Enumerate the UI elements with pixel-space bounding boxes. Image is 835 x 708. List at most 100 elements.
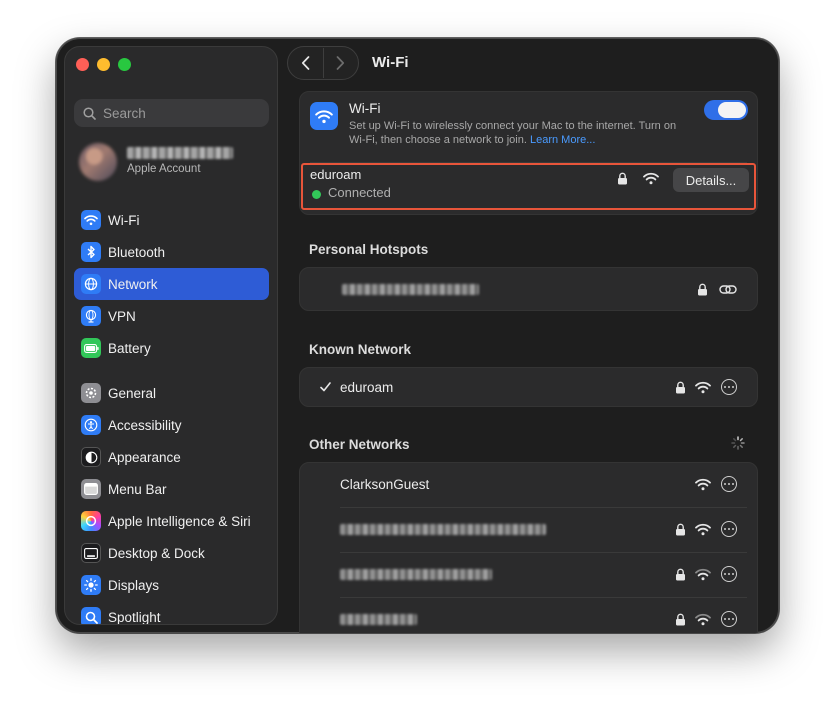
other-networks-card: ClarksonGuest bbox=[299, 462, 758, 633]
sidebar-item-label: VPN bbox=[108, 308, 136, 324]
sidebar-item-vpn[interactable]: VPN bbox=[74, 300, 269, 332]
search-input[interactable]: Search bbox=[74, 99, 269, 127]
other-networks-title: Other Networks bbox=[309, 437, 410, 452]
sidebar-item-label: Network bbox=[108, 276, 158, 292]
back-button[interactable] bbox=[288, 47, 323, 79]
sidebar-item-bluetooth[interactable]: Bluetooth bbox=[74, 236, 269, 268]
wifi-toggle[interactable] bbox=[704, 100, 748, 120]
appearance-icon bbox=[81, 447, 101, 467]
known-network-card[interactable]: eduroam bbox=[299, 367, 758, 407]
sidebar-item-appearance[interactable]: Appearance bbox=[74, 441, 269, 473]
network-name: ClarksonGuest bbox=[340, 477, 430, 492]
sidebar-item-label: Apple Intelligence & Siri bbox=[108, 513, 251, 529]
wifi-signal-icon bbox=[643, 172, 659, 185]
lock-icon bbox=[676, 568, 685, 581]
personal-hotspots-card bbox=[299, 267, 758, 311]
account-name-redacted bbox=[127, 147, 233, 159]
sidebar-item-apple-intelligence-siri[interactable]: Apple Intelligence & Siri bbox=[74, 505, 269, 537]
more-options-button[interactable] bbox=[721, 379, 737, 395]
sidebar: Search Apple Account Wi-Fi Bluetooth Net… bbox=[64, 46, 278, 625]
sidebar-item-label: Desktop & Dock bbox=[108, 545, 205, 561]
sidebar-item-desktop-dock[interactable]: Desktop & Dock bbox=[74, 537, 269, 569]
loading-spinner-icon bbox=[731, 436, 745, 450]
wifi-signal-icon bbox=[695, 568, 711, 581]
chevron-right-icon bbox=[336, 56, 345, 70]
wifi-description: Set up Wi-Fi to wirelessly connect your … bbox=[349, 119, 694, 147]
checkmark-icon bbox=[320, 382, 331, 392]
displays-icon bbox=[81, 575, 101, 595]
more-options-button[interactable] bbox=[721, 611, 737, 627]
globe-icon bbox=[81, 274, 101, 294]
account-subtitle: Apple Account bbox=[127, 163, 201, 175]
avatar bbox=[79, 143, 117, 181]
hotspot-name-redacted bbox=[342, 284, 479, 295]
chevron-left-icon bbox=[301, 56, 310, 70]
wifi-app-icon bbox=[310, 102, 338, 130]
spotlight-icon bbox=[81, 607, 101, 624]
known-network-name: eduroam bbox=[340, 380, 394, 395]
bluetooth-icon bbox=[81, 242, 101, 262]
network-row[interactable] bbox=[300, 598, 757, 633]
lock-icon bbox=[618, 172, 627, 185]
lock-icon bbox=[676, 523, 685, 536]
battery-icon bbox=[81, 338, 101, 358]
sidebar-item-accessibility[interactable]: Accessibility bbox=[74, 409, 269, 441]
sidebar-item-menu-bar[interactable]: Menu Bar bbox=[74, 473, 269, 505]
network-row[interactable] bbox=[300, 553, 757, 597]
sidebar-item-label: Battery bbox=[108, 340, 151, 356]
wifi-signal-icon bbox=[695, 381, 711, 394]
sidebar-item-wifi[interactable]: Wi-Fi bbox=[74, 204, 269, 236]
minimize-button[interactable] bbox=[97, 58, 110, 71]
lock-icon bbox=[676, 613, 685, 626]
network-row[interactable]: ClarksonGuest bbox=[300, 463, 757, 507]
lock-icon bbox=[676, 381, 685, 394]
sidebar-item-label: Menu Bar bbox=[108, 481, 167, 497]
more-options-button[interactable] bbox=[721, 566, 737, 582]
lock-icon bbox=[698, 283, 707, 296]
sidebar-item-spotlight[interactable]: Spotlight bbox=[74, 601, 269, 625]
wifi-card: Wi-Fi Set up Wi-Fi to wirelessly connect… bbox=[299, 91, 758, 215]
close-button[interactable] bbox=[76, 58, 89, 71]
wifi-description-text: Set up Wi-Fi to wirelessly connect your … bbox=[349, 120, 677, 146]
learn-more-link[interactable]: Learn More... bbox=[530, 134, 595, 146]
sidebar-item-label: Appearance bbox=[108, 449, 181, 465]
sidebar-item-battery[interactable]: Battery bbox=[74, 332, 269, 364]
sidebar-item-label: Spotlight bbox=[108, 609, 161, 625]
network-name-redacted bbox=[340, 614, 417, 625]
history-nav bbox=[287, 46, 359, 80]
sidebar-item-label: Wi-Fi bbox=[108, 212, 140, 228]
hotspot-link-icon[interactable] bbox=[719, 283, 737, 296]
more-options-button[interactable] bbox=[721, 521, 737, 537]
more-options-button[interactable] bbox=[721, 476, 737, 492]
window-controls bbox=[76, 58, 131, 71]
sidebar-item-label: Bluetooth bbox=[108, 244, 166, 260]
search-placeholder: Search bbox=[103, 105, 146, 121]
known-network-title: Known Network bbox=[309, 342, 412, 357]
sidebar-item-label: Displays bbox=[108, 577, 160, 593]
details-button[interactable]: Details... bbox=[673, 168, 749, 192]
desktop-dock-icon bbox=[81, 543, 101, 563]
connection-status: Connected bbox=[328, 185, 391, 200]
sidebar-item-label: Accessibility bbox=[108, 417, 182, 433]
settings-window: Search Apple Account Wi-Fi Bluetooth Net… bbox=[56, 38, 779, 633]
network-name-redacted bbox=[340, 524, 546, 535]
sidebar-item-displays[interactable]: Displays bbox=[74, 569, 269, 601]
accessibility-icon bbox=[81, 415, 101, 435]
forward-button[interactable] bbox=[323, 47, 358, 79]
network-row[interactable] bbox=[300, 508, 757, 552]
sidebar-item-general[interactable]: General bbox=[74, 377, 269, 409]
vpn-globe-icon bbox=[81, 306, 101, 326]
apple-account-row[interactable]: Apple Account bbox=[79, 143, 269, 183]
sidebar-item-label: General bbox=[108, 385, 157, 401]
wifi-signal-icon bbox=[695, 478, 711, 491]
current-network-name: eduroam bbox=[310, 167, 362, 182]
wifi-icon bbox=[81, 210, 101, 230]
page-title: Wi-Fi bbox=[372, 54, 409, 71]
zoom-button[interactable] bbox=[118, 58, 131, 71]
personal-hotspots-title: Personal Hotspots bbox=[309, 242, 429, 257]
sidebar-item-network[interactable]: Network bbox=[74, 268, 269, 300]
gear-icon bbox=[81, 383, 101, 403]
search-icon bbox=[83, 106, 96, 120]
siri-icon bbox=[81, 511, 101, 531]
wifi-title: Wi-Fi bbox=[349, 101, 381, 116]
